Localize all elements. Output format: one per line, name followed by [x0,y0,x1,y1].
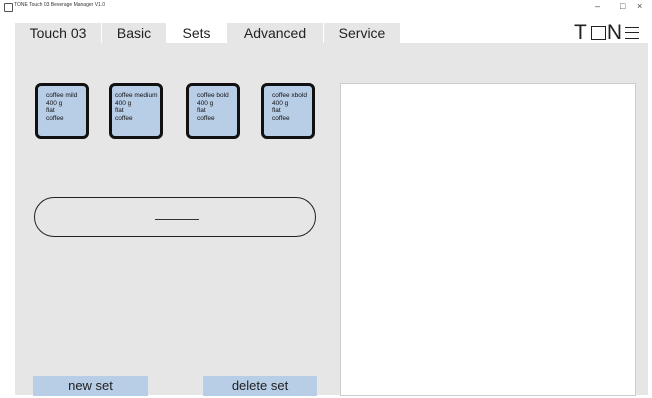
maximize-button[interactable]: □ [620,1,625,11]
close-button[interactable]: × [637,1,642,11]
set-weight: 400 g [197,99,214,107]
set-type: coffee [115,114,133,122]
set-weight: 400 g [115,99,132,107]
window-title: TONE Touch 03 Beverage Manager V1.0 [14,2,105,8]
tab-basic[interactable]: Basic [102,23,167,43]
set-name: coffee medium [115,92,158,99]
tab-advanced[interactable]: Advanced [227,23,324,43]
set-shape: flat [272,107,281,115]
logo-square-icon [590,26,606,40]
set-name: coffee bold [197,92,229,99]
title-bar: TONE Touch 03 Beverage Manager V1.0 – □ … [0,0,652,22]
set-type: coffee [197,114,215,122]
set-card-coffee-xbold[interactable]: coffee xbold 400 g flat coffee [261,83,315,139]
app-icon [4,3,13,12]
tab-touch03[interactable]: Touch 03 [15,23,102,43]
logo-letter-t: T [574,21,590,44]
set-name-placeholder-line [155,217,199,220]
delete-set-button[interactable]: delete set [203,376,317,396]
set-type: coffee [46,114,64,122]
set-weight: 400 g [46,99,63,107]
set-shape: flat [115,107,124,115]
menu-icon[interactable] [625,27,639,39]
minimize-button[interactable]: – [595,1,600,11]
tab-service[interactable]: Service [324,23,401,43]
set-card-coffee-bold[interactable]: coffee bold 400 g flat coffee [186,83,240,139]
tab-bar: Touch 03 Basic Sets Advanced Service [15,23,401,43]
tone-logo: TN [574,21,644,44]
new-set-button[interactable]: new set [33,376,148,396]
set-type: coffee [272,114,290,122]
logo-letter-n: N [606,21,625,44]
set-name: coffee xbold [272,92,307,99]
set-detail-panel [340,83,636,396]
set-name: coffee mild [46,92,78,99]
set-shape: flat [197,107,206,115]
set-weight: 400 g [272,99,289,107]
tab-sets[interactable]: Sets [167,23,227,43]
set-card-coffee-medium[interactable]: coffee medium 400 g flat coffee [109,83,163,139]
set-shape: flat [46,107,55,115]
set-card-coffee-mild[interactable]: coffee mild 400 g flat coffee [35,83,89,139]
